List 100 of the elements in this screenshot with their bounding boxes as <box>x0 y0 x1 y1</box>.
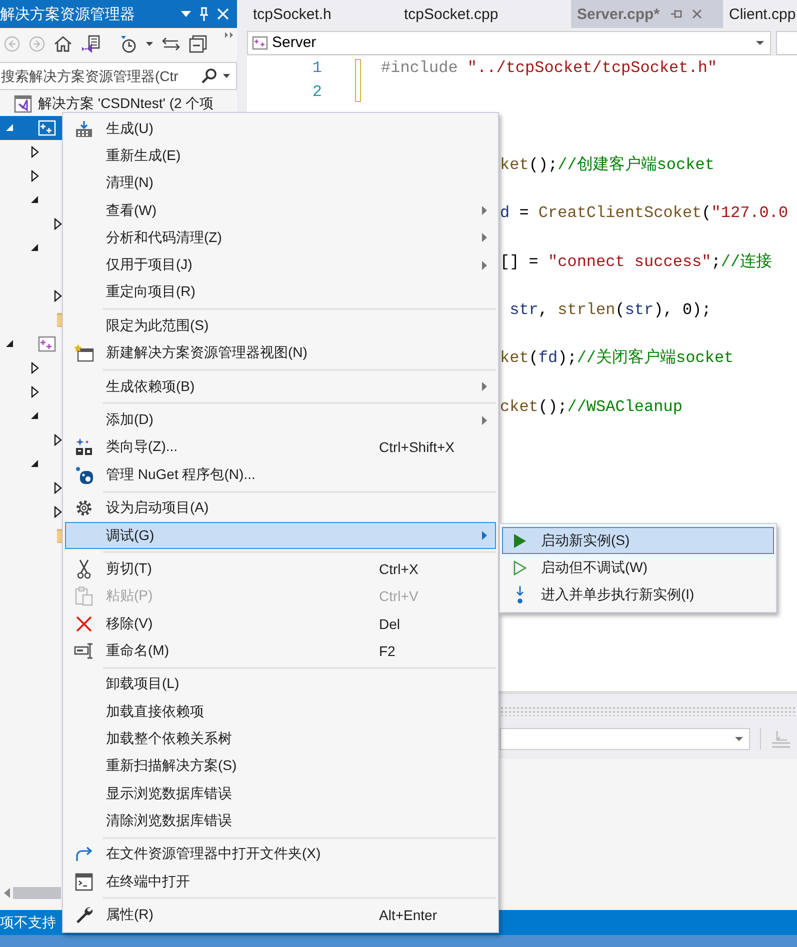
collapsed-arrow-icon[interactable] <box>31 146 39 158</box>
menu-item[interactable]: 类向导(Z)... Ctrl+Shift+X <box>65 434 496 462</box>
menu-item[interactable]: 限定为此范围(S) <box>65 312 496 340</box>
collapsed-arrow-icon[interactable] <box>54 434 62 446</box>
menu-item[interactable]: 仅用于项目(J) <box>65 251 496 279</box>
caret-icon[interactable] <box>181 11 191 17</box>
status-text: 项不支持 <box>0 914 56 932</box>
window-star-icon <box>74 344 94 362</box>
menu-item[interactable]: 在文件资源管理器中打开文件夹(X) <box>65 840 496 868</box>
menu-item[interactable]: 生成依赖项(B) <box>65 373 496 400</box>
caret-icon[interactable] <box>146 42 153 46</box>
menu-item[interactable]: 生成(U) <box>65 115 496 142</box>
menu-item[interactable]: 剪切(T) Ctrl+X <box>65 555 496 583</box>
solution-icon <box>14 95 32 113</box>
menu-item[interactable]: 调试(G) <box>65 522 496 550</box>
sync-icon[interactable] <box>162 37 180 51</box>
expanded-arrow-icon[interactable] <box>31 460 39 468</box>
menu-item[interactable]: 重命名(M) F2 <box>65 637 496 665</box>
menu-item[interactable]: 启动但不调试(W) <box>502 554 774 582</box>
menu-item[interactable]: 加载直接依赖项 <box>65 698 496 726</box>
editor-tab[interactable]: Client.cpp <box>723 0 797 28</box>
menu-item[interactable]: 卸载项目(L) <box>65 670 496 698</box>
shortcut-text: F2 <box>379 642 396 659</box>
menu-item[interactable]: 分析和代码清理(Z) <box>65 224 496 252</box>
history-icon[interactable] <box>119 35 137 53</box>
shortcut-text: Alt+Enter <box>379 907 437 924</box>
collapsed-arrow-icon[interactable] <box>54 506 62 518</box>
scroll-left-icon[interactable] <box>4 888 10 898</box>
package-icon <box>75 466 93 484</box>
code-line: cket();//WSACleanup <box>500 398 682 416</box>
menu-item[interactable]: 新建解决方案资源管理器视图(N) <box>65 340 496 367</box>
project-icon <box>252 36 268 50</box>
curved-arrow-icon <box>75 846 93 862</box>
menu-item[interactable]: 移除(V) Del <box>65 610 496 638</box>
shortcut-text: Ctrl+V <box>379 588 418 604</box>
menu-item[interactable]: 进入并单步执行新实例(I) <box>502 582 774 609</box>
menu-item[interactable]: 启动新实例(S) <box>502 527 774 554</box>
collapsed-arrow-icon[interactable] <box>31 386 39 398</box>
menu-item[interactable]: 添加(D) <box>65 406 496 434</box>
expanded-arrow-icon[interactable] <box>31 196 39 204</box>
editor-tab[interactable]: tcpSocket.h <box>247 0 380 28</box>
search-field[interactable]: 搜索解决方案资源管理器(Ctr <box>0 62 237 90</box>
collapsed-arrow-icon[interactable] <box>31 170 39 182</box>
navigation-dropdown[interactable]: Server <box>247 30 771 54</box>
collapsed-arrow-icon[interactable] <box>54 482 62 494</box>
menu-item[interactable]: 重新生成(E) <box>65 142 496 170</box>
more-icon[interactable] <box>225 32 233 38</box>
menu-item[interactable]: 属性(R) Alt+Enter <box>65 902 496 929</box>
play-icon <box>513 532 527 549</box>
submenu-arrow-icon <box>482 206 486 216</box>
submenu-arrow-icon <box>482 233 486 242</box>
submenu-arrow-icon <box>482 416 486 425</box>
search-icon[interactable] <box>201 68 217 84</box>
caret-icon <box>735 737 743 741</box>
menu-item[interactable]: 清除浏览数据库错误 <box>65 807 496 835</box>
expanded-arrow-icon[interactable] <box>6 340 14 348</box>
menu-item[interactable]: 加载整个依赖关系树 <box>65 725 496 753</box>
code-line: ket(fd);//关闭客户端socket <box>500 349 734 368</box>
class-wizard-icon <box>75 438 93 456</box>
folder-icon <box>57 529 62 543</box>
menu-item[interactable]: 管理 NuGet 程序包(N)... <box>65 461 496 488</box>
collapsed-arrow-icon[interactable] <box>54 218 62 230</box>
scrollbar-thumb[interactable] <box>13 887 61 899</box>
shortcut-text: Ctrl+X <box>379 561 418 578</box>
submenu-arrow-icon <box>482 531 486 540</box>
collapse-icon[interactable] <box>189 35 207 53</box>
editor-tab[interactable]: tcpSocket.cpp <box>380 0 571 28</box>
solution-label[interactable]: 解决方案 'CSDNtest' (2 个项 <box>38 95 214 113</box>
caret-icon[interactable] <box>223 74 230 78</box>
menu-item[interactable]: 清理(N) <box>65 170 496 197</box>
clipboard-icon <box>75 586 93 606</box>
home-icon[interactable] <box>54 36 72 52</box>
collapsed-arrow-icon[interactable] <box>54 290 62 302</box>
code-line: str, strlen(str), 0); <box>508 300 712 319</box>
project-icon <box>38 120 56 136</box>
expanded-arrow-icon[interactable] <box>31 244 39 252</box>
code-line: d = CreatClientScoket("127.0.0 <box>500 204 788 222</box>
pin-icon[interactable] <box>670 9 682 19</box>
build-icon <box>75 120 93 138</box>
code-line: ket();//创建客户端socket <box>500 156 714 174</box>
play-outline-icon <box>513 560 527 576</box>
menu-item[interactable]: 重新扫描解决方案(S) <box>65 752 496 780</box>
panel-title: 解决方案资源管理器 <box>0 4 136 24</box>
expanded-arrow-icon[interactable] <box>31 412 39 420</box>
project-row[interactable] <box>0 116 62 140</box>
menu-item[interactable]: 设为启动项目(A) <box>65 494 496 522</box>
menu-item[interactable]: 在终端中打开 <box>65 868 496 896</box>
collapsed-arrow-icon[interactable] <box>31 362 39 374</box>
folder-icon <box>57 313 62 327</box>
menu-item[interactable]: 查看(W) <box>65 196 496 224</box>
switch-views-icon[interactable] <box>81 35 101 53</box>
line-number: 1 <box>311 59 322 78</box>
terminal-icon <box>75 872 93 891</box>
close-icon[interactable] <box>692 9 702 19</box>
menu-item[interactable]: 显示浏览数据库错误 <box>65 780 496 808</box>
dropdown-field[interactable] <box>500 728 750 750</box>
wrench-icon <box>75 906 93 924</box>
menu-item[interactable]: 重定向项目(R) <box>65 278 496 306</box>
code-line: [] = "connect success";//连接 <box>500 252 772 271</box>
shortcut-text: Ctrl+Shift+X <box>379 439 454 456</box>
